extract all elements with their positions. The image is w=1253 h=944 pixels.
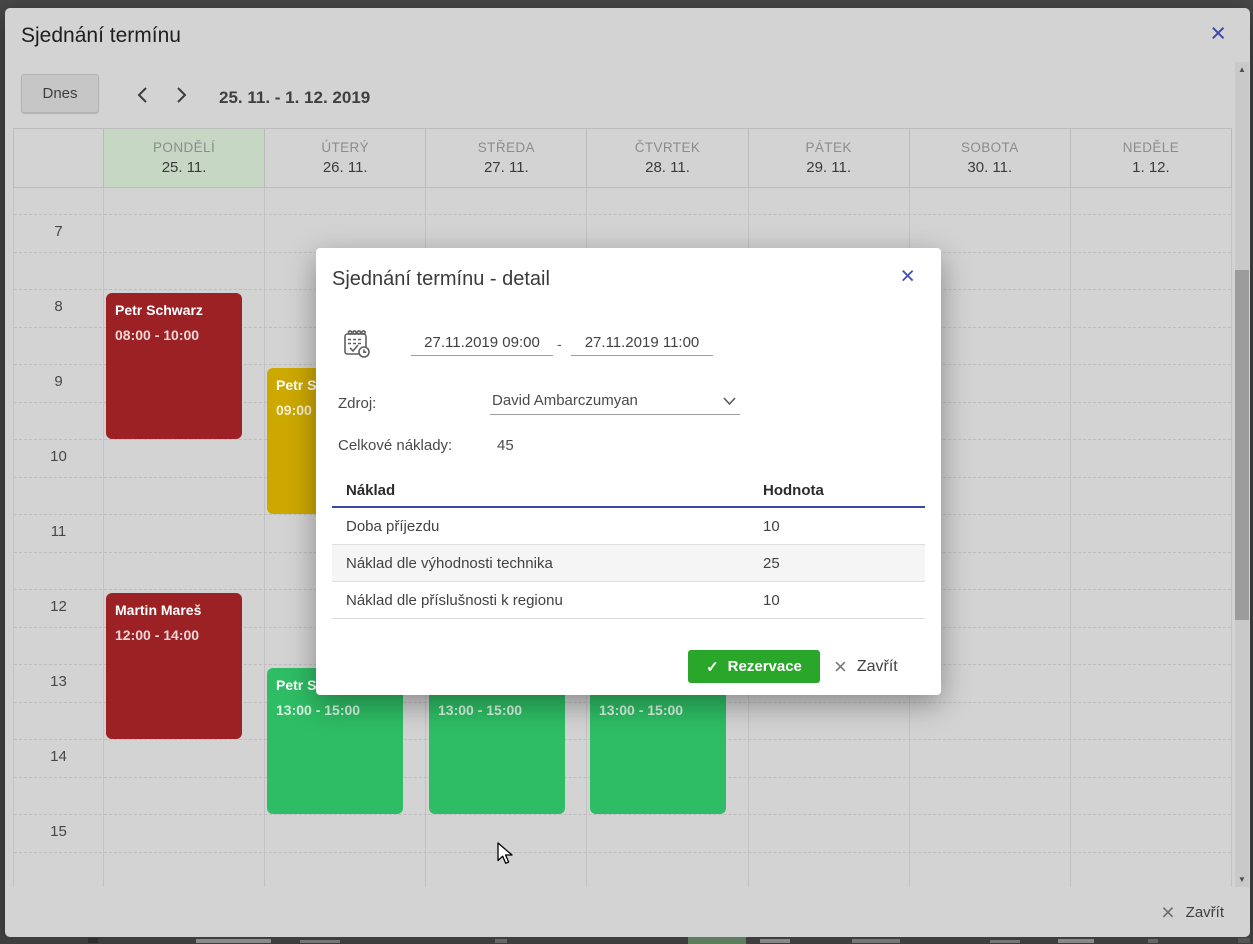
- day-header-tuesday: ÚTERÝ 26. 11.: [264, 129, 425, 187]
- day-header-sunday: NEDĚLE 1. 12.: [1070, 129, 1231, 187]
- appointment-detail-modal: Sjednání termínu - detail × - Zdroj: Dav…: [316, 248, 941, 695]
- hour-label: 12: [14, 598, 103, 615]
- chevron-right-icon: [176, 86, 188, 104]
- event-time: 13:00 - 15:00: [438, 698, 556, 723]
- hour-label: 8: [14, 298, 103, 315]
- prev-week-button[interactable]: [129, 82, 155, 108]
- calendar-scrollbar[interactable]: ▲ ▼: [1235, 62, 1249, 887]
- column-header-hodnota: Hodnota: [763, 482, 925, 499]
- start-datetime-field[interactable]: [411, 330, 553, 356]
- table-row: Doba příjezdu 10: [332, 508, 925, 545]
- scrollbar-thumb[interactable]: [1235, 270, 1249, 620]
- hour-label: 7: [14, 223, 103, 240]
- hour-label: 10: [14, 448, 103, 465]
- source-select-value: David Ambarczumyan: [492, 392, 638, 409]
- end-datetime-field[interactable]: [571, 330, 713, 356]
- modal-title: Sjednání termínu - detail: [332, 268, 550, 291]
- appointment-event[interactable]: Martin Mareš12:00 - 14:00: [106, 593, 242, 739]
- time-gutter-header: [14, 129, 103, 187]
- dialog-title: Sjednání termínu: [21, 24, 181, 48]
- calendar-clock-icon: [342, 328, 372, 365]
- event-time: 13:00 - 15:00: [276, 698, 394, 723]
- day-header-row: PONDĚLÍ 25. 11. ÚTERÝ 26. 11. STŘEDA 27.…: [13, 128, 1232, 188]
- scroll-up-icon[interactable]: ▲: [1235, 62, 1249, 77]
- scroll-down-icon[interactable]: ▼: [1235, 872, 1249, 887]
- hour-label: 9: [14, 373, 103, 390]
- hour-label: 11: [14, 523, 103, 540]
- reserve-button[interactable]: ✓ Rezervace: [688, 650, 820, 683]
- close-icon: ×: [1161, 901, 1174, 924]
- modal-close-label: Zavřít: [857, 658, 898, 676]
- close-icon[interactable]: ×: [1210, 20, 1226, 47]
- mouse-cursor: [497, 842, 514, 871]
- occluded-page-strip: [0, 937, 1253, 944]
- event-title: Martin Mareš: [115, 598, 233, 623]
- cost-table-header: Náklad Hodnota: [332, 475, 925, 508]
- grid-line: [14, 852, 1231, 853]
- chevron-down-icon: [723, 397, 736, 405]
- total-cost-label: Celkové náklady:: [338, 437, 452, 454]
- cost-table: Náklad Hodnota Doba příjezdu 10 Náklad d…: [332, 475, 925, 619]
- check-icon: ✓: [706, 658, 719, 676]
- reserve-button-label: Rezervace: [728, 658, 802, 675]
- footer-close-label: Zavřít: [1186, 904, 1224, 921]
- hour-label: 15: [14, 823, 103, 840]
- next-week-button[interactable]: [169, 82, 195, 108]
- column-header-naklad: Náklad: [332, 482, 763, 499]
- day-column[interactable]: [1070, 188, 1231, 887]
- event-time: 08:00 - 10:00: [115, 323, 233, 348]
- event-time: 13:00 - 15:00: [599, 698, 717, 723]
- dialog-footer-close-button[interactable]: × Zavřít: [1153, 895, 1232, 929]
- modal-close-button[interactable]: × Zavřít: [834, 650, 898, 683]
- event-title: Petr Schwarz: [115, 298, 233, 323]
- grid-line: [14, 814, 1231, 815]
- source-select[interactable]: David Ambarczumyan: [490, 387, 740, 415]
- date-range-label: 25. 11. - 1. 12. 2019: [219, 88, 370, 108]
- event-time: 12:00 - 14:00: [115, 623, 233, 648]
- close-icon: ×: [834, 656, 847, 678]
- chevron-left-icon: [136, 86, 148, 104]
- grid-line: [14, 214, 1231, 215]
- day-header-saturday: SOBOTA 30. 11.: [909, 129, 1070, 187]
- day-header-thursday: ČTVRTEK 28. 11.: [586, 129, 747, 187]
- day-header-friday: PÁTEK 29. 11.: [748, 129, 909, 187]
- total-cost-value: 45: [497, 437, 514, 454]
- today-button[interactable]: Dnes: [21, 74, 99, 113]
- day-header-wednesday: STŘEDA 27. 11.: [425, 129, 586, 187]
- hour-label: 13: [14, 673, 103, 690]
- range-separator: -: [557, 336, 562, 352]
- day-header-monday: PONDĚLÍ 25. 11.: [103, 129, 264, 187]
- hour-label: 14: [14, 748, 103, 765]
- source-label: Zdroj:: [338, 395, 376, 412]
- modal-close-icon[interactable]: ×: [900, 264, 915, 289]
- table-row: Náklad dle příslušnosti k regionu 10: [332, 582, 925, 619]
- table-row: Náklad dle výhodnosti technika 25: [332, 545, 925, 582]
- appointment-event[interactable]: Petr Schwarz08:00 - 10:00: [106, 293, 242, 439]
